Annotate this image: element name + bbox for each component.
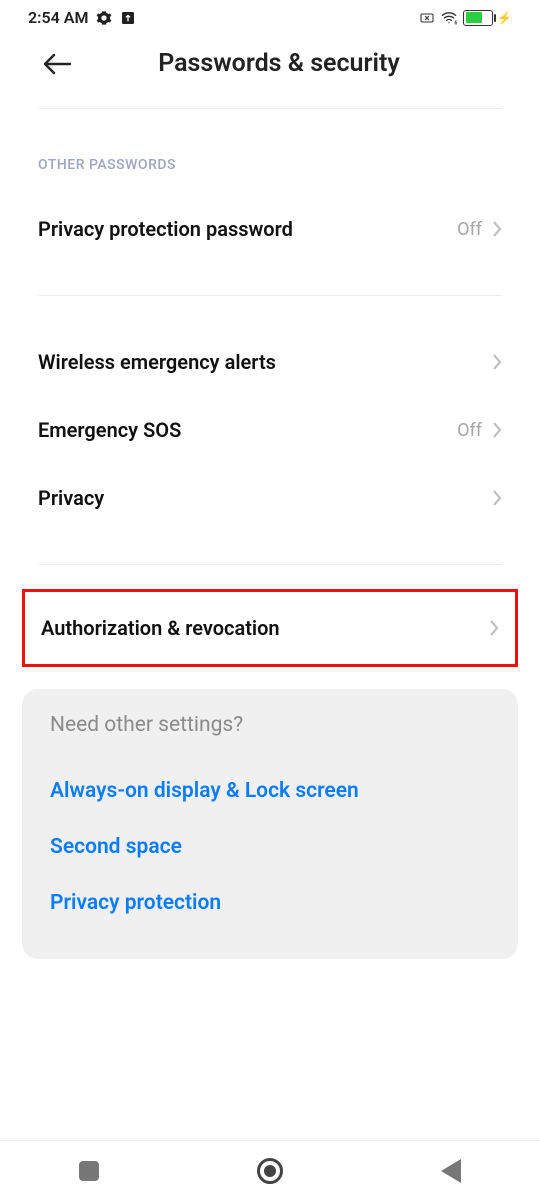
- status-bar: 2:54 AM 6 ⚡: [0, 0, 540, 33]
- row-value: Off: [457, 219, 482, 240]
- screenshot-icon: [419, 10, 435, 26]
- chevron-right-icon: [489, 619, 499, 637]
- row-authorization-revocation[interactable]: Authorization & revocation: [25, 592, 515, 664]
- header-bar: Passwords & security: [0, 33, 540, 108]
- row-label: Emergency SOS: [38, 418, 457, 442]
- row-label: Wireless emergency alerts: [38, 350, 492, 374]
- chevron-right-icon: [492, 489, 502, 507]
- page-title: Passwords & security: [72, 49, 514, 78]
- arrow-left-icon: [42, 53, 72, 75]
- row-label: Privacy protection password: [38, 217, 457, 241]
- wifi-icon: 6: [441, 10, 457, 26]
- nav-home-button[interactable]: [257, 1158, 283, 1184]
- other-settings-card: Need other settings? Always-on display &…: [22, 689, 518, 959]
- row-privacy[interactable]: Privacy: [0, 466, 540, 530]
- link-second-space[interactable]: Second space: [50, 819, 490, 875]
- svg-text:6: 6: [454, 20, 457, 25]
- nav-recent-button[interactable]: [79, 1161, 99, 1181]
- upload-icon: [120, 10, 136, 26]
- link-privacy-protection[interactable]: Privacy protection: [50, 875, 490, 931]
- chevron-right-icon: [492, 421, 502, 439]
- back-button[interactable]: [42, 53, 72, 75]
- highlighted-row-container: Authorization & revocation: [22, 589, 518, 667]
- section-header-other-passwords: OTHER PASSWORDS: [0, 109, 540, 197]
- row-emergency-sos[interactable]: Emergency SOS Off: [0, 394, 540, 466]
- link-always-on-display[interactable]: Always-on display & Lock screen: [50, 763, 490, 819]
- battery-icon: [463, 10, 493, 26]
- row-value: Off: [457, 420, 482, 441]
- row-label: Privacy: [38, 486, 492, 510]
- row-privacy-protection-password[interactable]: Privacy protection password Off: [0, 197, 540, 261]
- row-wireless-emergency-alerts[interactable]: Wireless emergency alerts: [0, 330, 540, 394]
- chevron-right-icon: [492, 353, 502, 371]
- row-label: Authorization & revocation: [41, 616, 489, 640]
- gear-icon: [96, 10, 112, 26]
- chevron-right-icon: [492, 220, 502, 238]
- card-prompt: Need other settings?: [50, 713, 490, 737]
- charging-icon: ⚡: [497, 11, 512, 25]
- status-time: 2:54 AM: [28, 8, 88, 27]
- nav-back-button[interactable]: [441, 1159, 461, 1183]
- navigation-bar: [0, 1140, 540, 1200]
